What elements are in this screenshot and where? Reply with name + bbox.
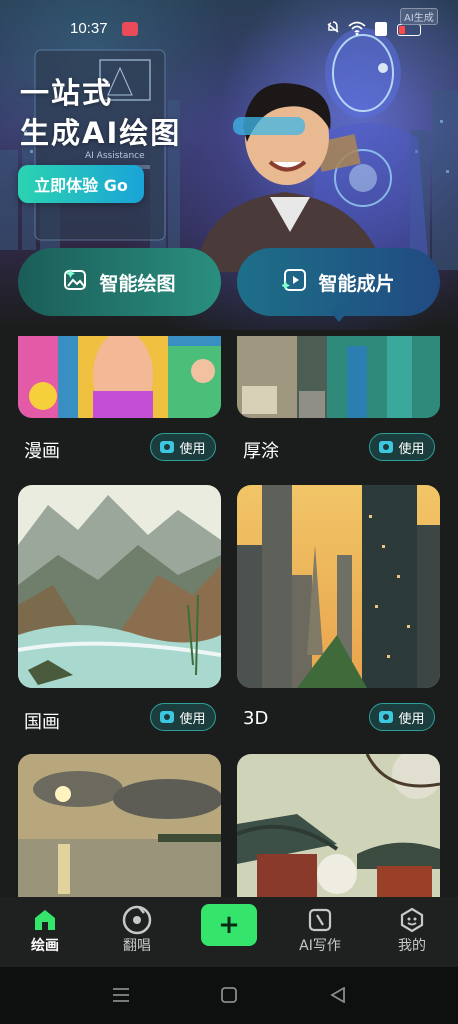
try-now-button[interactable]: 立即体验 Go	[18, 165, 144, 203]
home-icon	[32, 905, 58, 935]
use-button-3d[interactable]: 使用	[369, 703, 435, 731]
profile-icon	[399, 905, 425, 935]
tab-drawing-label: 绘画	[31, 938, 59, 954]
person-illustration	[195, 83, 385, 272]
style-card-image-comic[interactable]	[18, 336, 221, 418]
style-name-chinese-painting: 国画	[24, 712, 60, 733]
tab-profile-label: 我的	[398, 938, 426, 954]
camera-icon	[160, 441, 175, 453]
sim-icon	[375, 22, 387, 36]
menu-icon[interactable]	[112, 987, 130, 1007]
plus-icon: +	[218, 910, 240, 940]
wifi-icon	[348, 20, 366, 40]
back-icon[interactable]	[330, 986, 346, 1007]
tab-ai-writing-label: AI写作	[299, 938, 341, 954]
laptop-text: AI Assistance	[85, 151, 145, 161]
style-name-3d: 3D	[243, 708, 269, 729]
selected-mode-pointer	[329, 310, 349, 322]
smart-video-label: 智能成片	[318, 272, 395, 295]
camera-icon	[160, 711, 175, 723]
style-card-image-sunset[interactable]	[18, 754, 221, 897]
home-square-icon[interactable]	[221, 987, 237, 1007]
tab-drawing[interactable]: 绘画	[10, 905, 80, 955]
notification-app-icon	[122, 22, 138, 36]
style-card-image-3d[interactable]	[237, 485, 440, 688]
ai-generated-badge: AI生成	[400, 8, 438, 25]
use-label: 使用	[179, 441, 206, 457]
system-navigation-bar	[0, 967, 458, 1024]
video-sparkle-icon	[281, 268, 308, 297]
style-name-impasto: 厚涂	[243, 441, 279, 462]
use-label: 使用	[179, 711, 206, 727]
use-button-impasto[interactable]: 使用	[369, 433, 435, 461]
music-disc-icon	[122, 905, 152, 935]
style-card-image-impasto[interactable]	[237, 336, 440, 418]
smart-drawing-label: 智能绘图	[99, 272, 176, 295]
tab-profile[interactable]: 我的	[377, 905, 447, 955]
image-sparkle-icon	[63, 268, 89, 297]
write-icon	[307, 905, 333, 935]
hero-title-line2: 生成AI绘图	[20, 116, 182, 150]
hero-title-line1: 一站式	[20, 76, 114, 110]
smart-video-button[interactable]: 智能成片	[237, 248, 440, 316]
tab-ai-writing[interactable]: AI写作	[285, 905, 355, 955]
style-card-image-chinese-painting[interactable]	[18, 485, 221, 688]
smart-drawing-button[interactable]: 智能绘图	[18, 248, 221, 316]
create-plus-button[interactable]: +	[201, 904, 257, 946]
status-time: 10:37	[70, 20, 108, 37]
use-button-comic[interactable]: 使用	[150, 433, 216, 461]
use-label: 使用	[398, 711, 425, 727]
use-label: 使用	[398, 441, 425, 457]
tab-cover-song-label: 翻唱	[123, 938, 151, 954]
style-name-comic: 漫画	[24, 441, 60, 462]
use-button-chinese-painting[interactable]: 使用	[150, 703, 216, 731]
camera-icon	[379, 441, 394, 453]
tab-cover-song[interactable]: 翻唱	[102, 905, 172, 955]
battery-icon	[397, 24, 421, 36]
camera-icon	[379, 711, 394, 723]
style-card-image-temple[interactable]	[237, 754, 440, 897]
mute-icon	[325, 20, 341, 40]
